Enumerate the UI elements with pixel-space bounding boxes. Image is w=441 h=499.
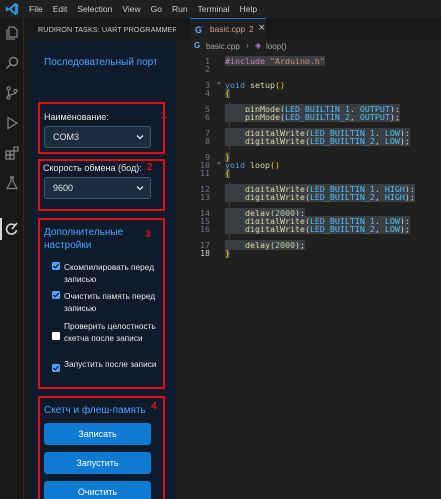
menu-run[interactable]: Run bbox=[167, 4, 193, 14]
code-line: } bbox=[225, 248, 230, 258]
cpp-file-icon: G bbox=[194, 41, 201, 50]
menu-selection[interactable]: Selection bbox=[72, 4, 117, 14]
fold-chevron-icon[interactable]: ⌄ bbox=[216, 78, 222, 86]
code-line: digitalWrite(LED_BUILTIN_2, LOW); bbox=[225, 224, 410, 234]
clear-button[interactable]: Очистить bbox=[44, 481, 151, 499]
code-editor[interactable]: 1 2 3 4 5 6 7 8 9 10 11 12 13 14 15 16 17 18 ⌄ ⌄ #include… bbox=[176, 54, 441, 499]
option-verify-label: Проверить целостность скетча после запис… bbox=[64, 321, 156, 343]
annotation-number-3: 3 bbox=[145, 229, 151, 240]
line-number: 18 bbox=[200, 248, 210, 258]
option-run-after-label: Запустить после записи bbox=[64, 359, 157, 369]
tab-label: basic.cpp bbox=[210, 24, 246, 34]
baud-rate-select[interactable]: 9600 bbox=[44, 177, 151, 199]
breadcrumb: G basic.cpp › ◈ loop() bbox=[176, 40, 441, 54]
code-line: void loop() bbox=[225, 160, 280, 170]
option-compile-label: Скомпилировать перед записью bbox=[64, 262, 155, 284]
baud-rate-value: 9600 bbox=[53, 183, 74, 193]
port-name-select[interactable]: COM3 bbox=[44, 126, 151, 148]
uart-programmer-view: Последовательный порт 1 Наименование: CO… bbox=[30, 40, 176, 499]
rudiron-icon[interactable] bbox=[4, 221, 20, 237]
breadcrumb-symbol[interactable]: loop() bbox=[266, 42, 286, 51]
editor-tab-bar: G basic.cpp 2 × bbox=[176, 18, 441, 40]
search-icon[interactable] bbox=[4, 55, 20, 71]
line-number: 13 bbox=[200, 192, 210, 202]
menu-view[interactable]: View bbox=[117, 4, 145, 14]
code-line: digitalWrite(LED_BUILTIN_2, HIGH); bbox=[225, 192, 415, 202]
active-indicator bbox=[0, 218, 2, 240]
option-compile[interactable]: Скомпилировать перед записью bbox=[52, 261, 172, 287]
function-icon: ◈ bbox=[255, 41, 262, 50]
option-verify[interactable]: Проверить целостность скетча после запис… bbox=[52, 320, 172, 358]
port-name-value: COM3 bbox=[53, 132, 80, 142]
code-line: { bbox=[225, 168, 230, 178]
sketch-section-heading: Скетч и флеш-память bbox=[44, 405, 146, 416]
port-name-label: Наименование: bbox=[44, 112, 109, 122]
run-debug-icon[interactable] bbox=[4, 115, 20, 131]
menu-go[interactable]: Go bbox=[146, 4, 167, 14]
title-bar: File Edit Selection View Go Run Terminal… bbox=[0, 0, 441, 18]
option-run-after[interactable]: Запустить после записи bbox=[52, 358, 172, 384]
chevron-right-icon: › bbox=[246, 41, 249, 50]
checkbox-verify[interactable] bbox=[52, 332, 60, 340]
run-button[interactable]: Запустить bbox=[44, 452, 151, 474]
annotation-number-2: 2 bbox=[147, 162, 153, 173]
code-line: #include "Arduino.h" bbox=[225, 56, 325, 66]
option-erase-label: Очистить память перед записью bbox=[64, 291, 156, 313]
baud-rate-label: Скорость обмена (бод): bbox=[43, 163, 142, 173]
checkbox-run-after[interactable] bbox=[52, 364, 60, 372]
line-number: 16 bbox=[200, 224, 210, 234]
option-erase[interactable]: Очистить память перед записью bbox=[52, 290, 172, 316]
testing-flask-icon[interactable] bbox=[4, 175, 20, 191]
cpp-file-icon: G bbox=[195, 25, 203, 35]
checkbox-compile[interactable] bbox=[52, 262, 60, 270]
extensions-icon[interactable] bbox=[4, 145, 20, 161]
code-line: pinMode(LED_BUILTIN_2, OUTPUT); bbox=[225, 112, 400, 122]
explorer-icon[interactable] bbox=[4, 25, 20, 41]
panel-title: RUDIRON TASKS: UART PROGRAMMER VIEW bbox=[38, 25, 199, 34]
annotation-number-1: 1 bbox=[161, 110, 167, 121]
code-line: void setup() bbox=[225, 80, 285, 90]
line-number: 2 bbox=[205, 64, 210, 74]
extra-settings-heading: Дополнительные настройки bbox=[44, 227, 124, 251]
vscode-logo-icon bbox=[5, 2, 19, 16]
line-number: 8 bbox=[205, 136, 210, 146]
menu-help[interactable]: Help bbox=[235, 4, 262, 14]
port-section-heading: Последовательный порт bbox=[44, 57, 158, 68]
line-number: 4 bbox=[205, 88, 210, 98]
code-line: digitalWrite(LED_BUILTIN_2, LOW); bbox=[225, 136, 410, 146]
line-number: 11 bbox=[200, 168, 210, 178]
menu-terminal[interactable]: Terminal bbox=[193, 4, 235, 14]
side-panel: RUDIRON TASKS: UART PROGRAMMER VIEW Посл… bbox=[24, 18, 199, 499]
problems-badge: 2 bbox=[249, 24, 254, 34]
menu-file[interactable]: File bbox=[24, 4, 48, 14]
checkbox-erase[interactable] bbox=[52, 291, 60, 299]
close-icon[interactable]: × bbox=[258, 23, 266, 33]
fold-chevron-icon[interactable]: ⌄ bbox=[216, 158, 222, 166]
activity-bar bbox=[0, 18, 24, 499]
code-line: { bbox=[225, 88, 230, 98]
breadcrumb-file[interactable]: basic.cpp bbox=[206, 42, 240, 51]
menu-edit[interactable]: Edit bbox=[48, 4, 73, 14]
chevron-down-icon bbox=[136, 186, 144, 191]
line-number: 6 bbox=[205, 112, 210, 122]
tab-basic-cpp[interactable]: G basic.cpp 2 × bbox=[190, 18, 266, 40]
source-control-icon[interactable] bbox=[4, 85, 20, 101]
chevron-down-icon bbox=[136, 135, 144, 140]
write-button[interactable]: Записать bbox=[44, 423, 151, 445]
code-line: delay(2000); bbox=[225, 240, 305, 250]
